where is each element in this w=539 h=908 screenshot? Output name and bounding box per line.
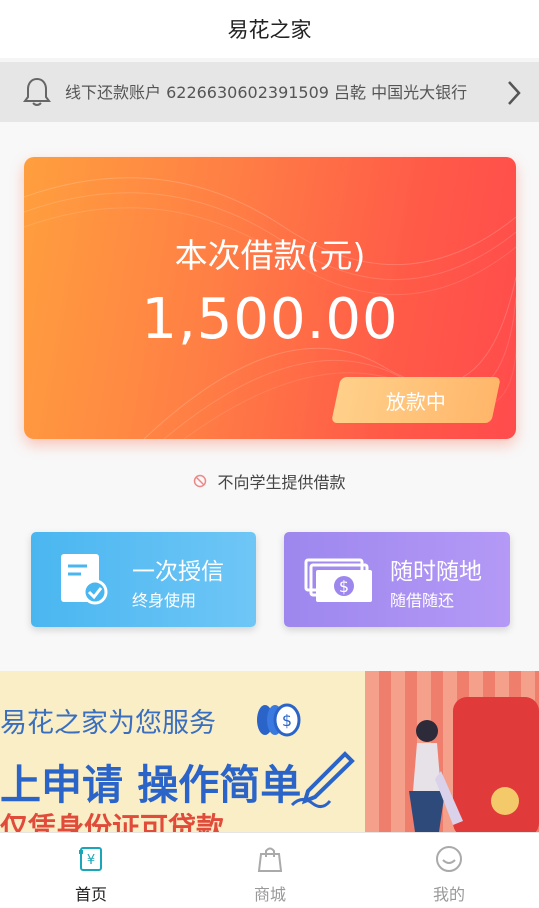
promo-banner[interactable]: 易花之家为您服务 $ 上申请 操作简单 仅凭身份证可贷款 [0,671,539,832]
loan-card: 本次借款(元) 1,500.00 放款中 [24,157,516,439]
notice-text: 线下还款账户 6226630602391509 吕乾 中国光大银行 [65,83,468,102]
feature-title: 一次授信 [132,559,224,585]
banner-illustration [365,671,539,832]
bottom-tab-bar: ¥ 首页 商城 我的 [0,832,539,908]
student-notice: 不向学生提供借款 [0,469,539,493]
pen-icon [290,751,355,808]
loan-status-label: 放款中 [386,389,446,414]
feature-anytime-anywhere[interactable]: $ 随时随地 随借随还 [284,532,510,627]
svg-text:$: $ [339,577,349,596]
feature-subtitle: 随借随还 [390,591,455,610]
chevron-right-icon[interactable] [506,80,522,106]
coins-icon: $ [257,703,301,737]
shopping-bag-icon [257,847,283,872]
loan-status-button[interactable]: 放款中 [331,377,501,423]
tab-label: 首页 [74,885,107,904]
profile-smile-icon [436,846,462,872]
tab-mall[interactable]: 商城 [210,833,330,908]
ban-icon [194,474,207,488]
banner-line-1: 易花之家为您服务 [0,708,216,739]
svg-text:$: $ [282,711,292,730]
feature-one-time-credit[interactable]: 一次授信 终身使用 [31,532,256,627]
home-yuan-icon: ¥ [79,847,102,871]
tab-label: 商城 [253,885,286,904]
tab-label: 我的 [432,885,465,904]
feature-subtitle: 终身使用 [132,591,197,610]
tab-mine[interactable]: 我的 [389,833,509,908]
banner-woman-envelope-art [409,697,539,832]
svg-text:¥: ¥ [87,853,95,868]
page-title: 易花之家 [227,18,312,42]
loan-amount: 1,500.00 [141,287,399,352]
banner-line-2: 上申请 操作简单 [0,761,302,809]
bell-icon [23,77,51,106]
loan-title: 本次借款(元) [174,236,366,275]
banner-line-3: 仅凭身份证可贷款 [0,811,225,832]
tab-home[interactable]: ¥ 首页 [31,833,151,908]
feature-title: 随时随地 [390,559,482,585]
money-bills-icon: $ [304,558,372,602]
student-notice-text: 不向学生提供借款 [217,473,346,492]
top-title-bar: 易花之家 [0,0,539,58]
notice-bar[interactable]: 线下还款账户 6226630602391509 吕乾 中国光大银行 [0,62,539,122]
document-check-icon [61,554,108,605]
main-content: 本次借款(元) 1,500.00 放款中 不向学生提供借款 一次授信 终身使用 [0,122,539,832]
